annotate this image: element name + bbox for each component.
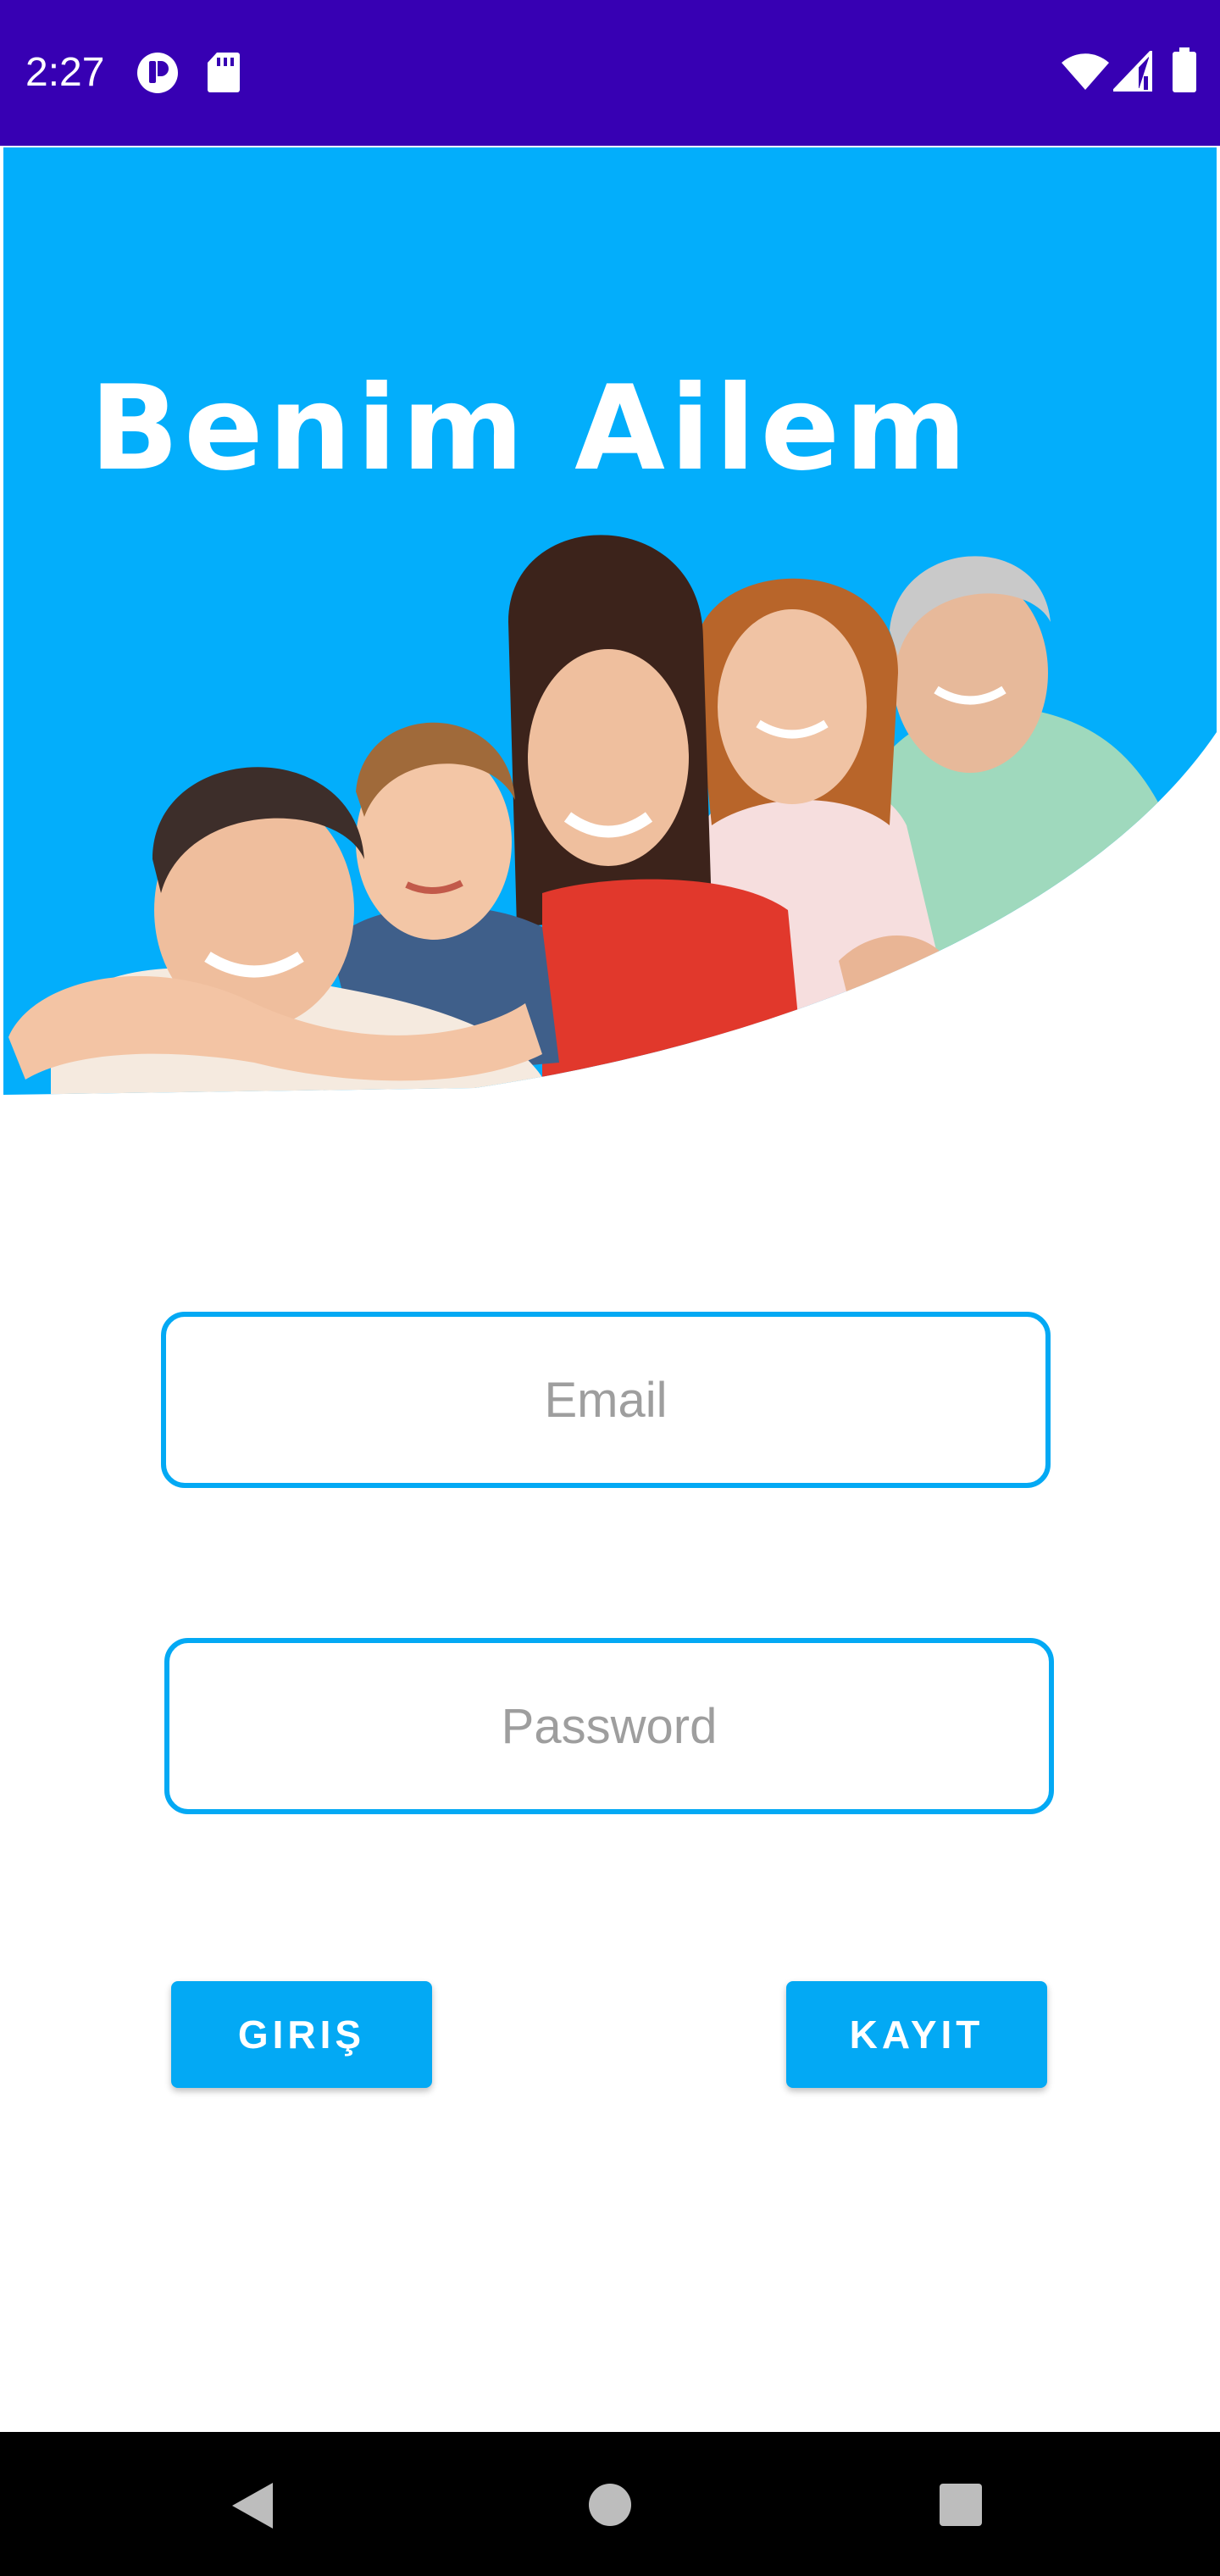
- email-field[interactable]: [161, 1312, 1051, 1488]
- app-title: Benim Ailem: [90, 360, 972, 497]
- status-time: 2:27: [25, 50, 105, 95]
- battery-icon: [1172, 47, 1197, 93]
- password-input[interactable]: [169, 1696, 1049, 1756]
- hero-banner: Benim Ailem: [0, 147, 1220, 1095]
- back-icon[interactable]: [229, 2481, 274, 2534]
- status-bar: 2:27: [0, 0, 1220, 146]
- signal-icon: [1113, 51, 1152, 92]
- app-notification-icon: [136, 51, 180, 95]
- home-icon[interactable]: [588, 2483, 632, 2531]
- recents-icon[interactable]: [939, 2483, 983, 2531]
- wifi-icon: [1061, 53, 1110, 92]
- register-button[interactable]: KAYIT: [786, 1981, 1047, 2088]
- family-photo: [3, 147, 1217, 1095]
- password-field[interactable]: [164, 1638, 1054, 1814]
- sd-card-icon: [207, 51, 241, 93]
- email-input[interactable]: [166, 1370, 1045, 1430]
- navigation-bar: [0, 2432, 1220, 2576]
- login-button[interactable]: GIRIŞ: [171, 1981, 432, 2088]
